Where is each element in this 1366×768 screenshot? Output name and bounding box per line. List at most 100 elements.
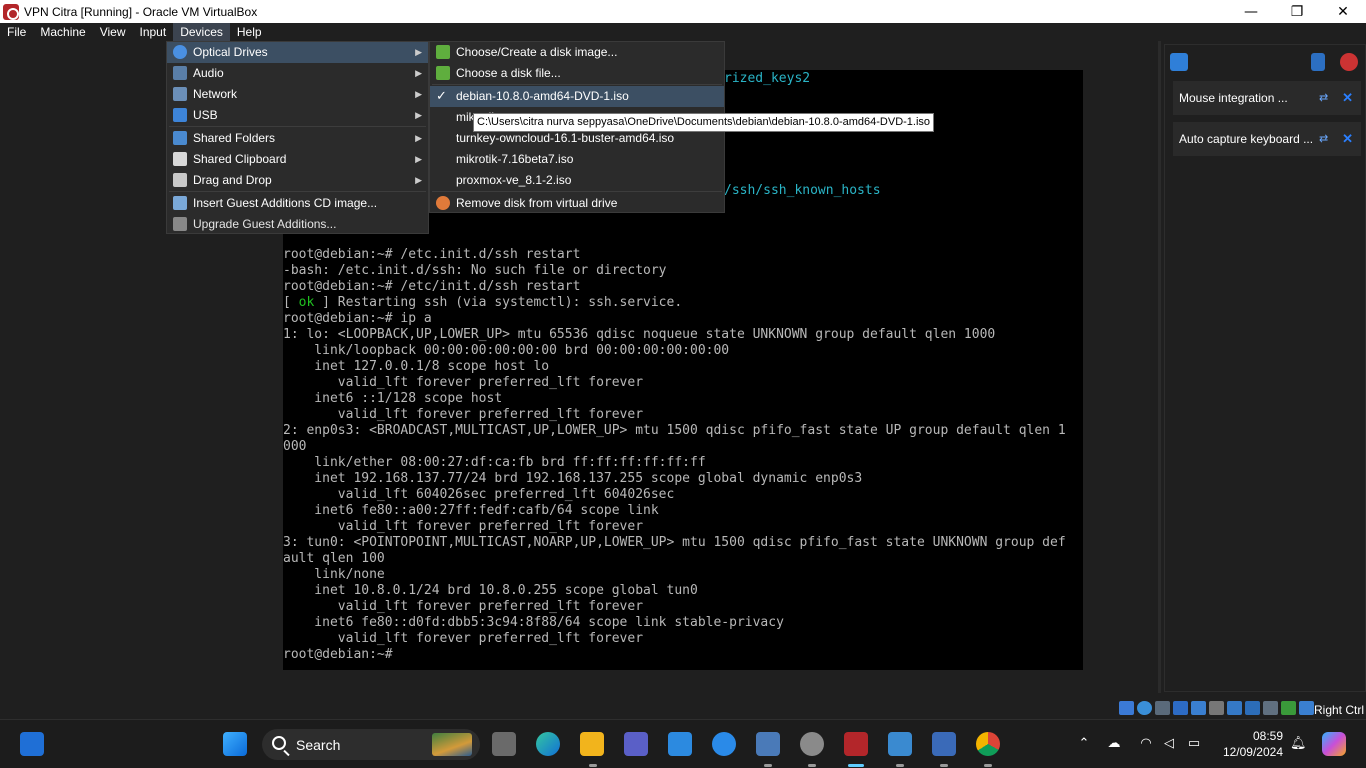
taskbar-search[interactable]: Search	[262, 729, 480, 760]
menu-item-drag-and-drop[interactable]: Drag and Drop ▶	[167, 170, 428, 191]
running-indicator	[984, 764, 992, 767]
terminal-output: root@debian:~# /etc.init.d/ssh restart -b…	[283, 247, 1066, 663]
menu-item-audio[interactable]: Audio ▶	[167, 63, 428, 84]
menu-item-disk-debian[interactable]: ✓ debian-10.8.0-amd64-DVD-1.iso	[430, 86, 724, 107]
disk-file-icon	[436, 66, 450, 80]
close-icon[interactable]: ✕	[1342, 131, 1353, 147]
menu-view[interactable]: View	[93, 23, 133, 41]
virtualbox-icon[interactable]	[756, 732, 780, 756]
notification-side-panel: Mouse integration ... ⇄ ✕ Auto capture k…	[1158, 41, 1366, 693]
cpu-icon[interactable]	[1263, 701, 1278, 715]
menu-item-label: proxmox-ve_8.1-2.iso	[456, 173, 572, 187]
sort-icon[interactable]	[1311, 53, 1325, 71]
start-icon[interactable]	[223, 732, 247, 756]
minimize-button[interactable]: —	[1228, 0, 1274, 23]
task-view-icon[interactable]	[492, 732, 516, 756]
chevron-right-icon: ▶	[415, 47, 422, 57]
menu-item-label: Network	[193, 87, 238, 101]
terminal-line: inet6 ::1/128 scope host	[283, 391, 503, 406]
network-icon[interactable]	[1173, 701, 1188, 715]
vm-statusbar: Right Ctrl	[0, 693, 1366, 719]
store-icon[interactable]	[668, 732, 692, 756]
file-explorer-icon[interactable]	[580, 732, 604, 756]
dismiss-all-icon[interactable]	[1340, 53, 1358, 71]
virtualbox-app-icon	[3, 3, 19, 20]
menu-input[interactable]: Input	[133, 23, 174, 41]
menu-item-upgrade-guest-additions[interactable]: Upgrade Guest Additions...	[167, 214, 428, 235]
menu-item-shared-clipboard[interactable]: Shared Clipboard ▶	[167, 149, 428, 170]
info-icon[interactable]: ⇄	[1319, 92, 1331, 104]
menu-item-disk-proxmox[interactable]: proxmox-ve_8.1-2.iso	[430, 170, 724, 191]
menu-item-network[interactable]: Network ▶	[167, 84, 428, 105]
menu-devices[interactable]: Devices	[173, 23, 230, 41]
wifi-icon[interactable]: ◠	[1138, 737, 1154, 751]
teams-icon[interactable]	[624, 732, 648, 756]
restore-button[interactable]: ❐	[1274, 0, 1320, 23]
menu-file[interactable]: File	[0, 23, 33, 41]
volume-icon[interactable]: ◁	[1161, 737, 1177, 751]
menu-item-choose-disk-file[interactable]: Choose a disk file...	[430, 63, 724, 84]
keyboard-capture-icon[interactable]	[1299, 701, 1314, 715]
menu-item-choose-create-disk-image[interactable]: Choose/Create a disk image...	[430, 42, 724, 63]
disk-image-add-icon	[436, 45, 450, 59]
menu-item-shared-folders[interactable]: Shared Folders ▶	[167, 128, 428, 149]
taskbar-clock[interactable]: 08:59 12/09/2024	[1223, 728, 1283, 760]
notice-auto-capture[interactable]: Auto capture keyboard ... ⇄ ✕	[1173, 122, 1361, 156]
guest-additions-icon	[173, 196, 187, 210]
shared-folders-icon	[173, 131, 187, 145]
menu-help[interactable]: Help	[230, 23, 269, 41]
menu-item-insert-guest-additions[interactable]: Insert Guest Additions CD image...	[167, 193, 428, 214]
audio-icon[interactable]	[1155, 701, 1170, 715]
usb-icon[interactable]	[1191, 701, 1206, 715]
close-icon[interactable]: ✕	[1342, 90, 1353, 106]
menu-item-label: Remove disk from virtual drive	[456, 196, 618, 210]
menu-item-usb[interactable]: USB ▶	[167, 105, 428, 126]
edge-icon[interactable]	[536, 732, 560, 756]
window-titlebar: VPN Citra [Running] - Oracle VM VirtualB…	[0, 0, 1366, 23]
terminal-line: link/ether 08:00:27:df:ca:fb brd ff:ff:f…	[283, 455, 706, 470]
optical-drive-icon[interactable]	[1137, 701, 1152, 715]
terminal-line: 000	[283, 439, 307, 454]
menu-item-optical-drives[interactable]: Optical Drives ▶	[167, 42, 428, 63]
close-window-button[interactable]: ✕	[1320, 0, 1366, 23]
devices-menu: Optical Drives ▶ Audio ▶ Network ▶ USB ▶…	[166, 41, 429, 234]
shared-folders-icon[interactable]	[1209, 701, 1224, 715]
search-placeholder: Search	[296, 736, 341, 753]
info-icon[interactable]: ⇄	[1319, 133, 1331, 145]
hard-disk-icon[interactable]	[1119, 701, 1134, 715]
notification-center-icon[interactable]	[1170, 53, 1188, 71]
display-icon[interactable]	[1227, 701, 1242, 715]
running-indicator-active	[848, 764, 864, 767]
menu-machine[interactable]: Machine	[33, 23, 92, 41]
mouse-integration-icon[interactable]	[1281, 701, 1296, 715]
settings-icon[interactable]	[800, 732, 824, 756]
copilot-icon[interactable]	[1322, 732, 1346, 756]
chevron-right-icon: ▶	[415, 89, 422, 99]
bell-icon[interactable]: 🔔︎	[1290, 737, 1307, 751]
terminal-line: 1: lo: <LOOPBACK,UP,LOWER_UP> mtu 65536 …	[283, 327, 996, 342]
terminal-line: root@debian:~# /etc.init.d/ssh restart	[283, 247, 581, 262]
onedrive-icon[interactable]: ☁	[1106, 737, 1122, 751]
chrome-icon[interactable]	[976, 732, 1000, 756]
chevron-up-icon[interactable]: ⌃	[1076, 737, 1092, 751]
terminal-line: valid_lft forever preferred_lft forever	[283, 631, 644, 646]
upgrade-icon	[173, 217, 187, 231]
menu-item-label: Drag and Drop	[193, 173, 272, 187]
notice-mouse-integration[interactable]: Mouse integration ... ⇄ ✕	[1173, 81, 1361, 115]
menu-item-remove-disk[interactable]: Remove disk from virtual drive	[430, 193, 724, 214]
network-tool-icon[interactable]	[932, 732, 956, 756]
menu-item-label: mikrotik-7.16beta7.iso	[456, 152, 574, 166]
clipboard-icon	[173, 152, 187, 166]
battery-icon[interactable]: ▭	[1186, 737, 1202, 751]
terminal-line: valid_lft forever preferred_lft forever	[283, 599, 644, 614]
terminal-line: inet 127.0.0.1/8 scope host lo	[283, 359, 550, 374]
recording-icon[interactable]	[1245, 701, 1260, 715]
widgets-icon[interactable]	[20, 732, 44, 756]
running-indicator	[940, 764, 948, 767]
terminal-line: [ ok ] Restarting ssh (via systemctl): s…	[283, 295, 683, 310]
windows-taskbar: Search ⌃ ☁ ◠ ◁ ▭ 08:59 12/09/2024 🔔︎	[0, 719, 1366, 768]
menu-item-disk-mikrotik-beta[interactable]: mikrotik-7.16beta7.iso	[430, 149, 724, 170]
help-icon[interactable]	[712, 732, 736, 756]
remote-desktop-icon[interactable]	[888, 732, 912, 756]
vm-window-icon[interactable]	[844, 732, 868, 756]
